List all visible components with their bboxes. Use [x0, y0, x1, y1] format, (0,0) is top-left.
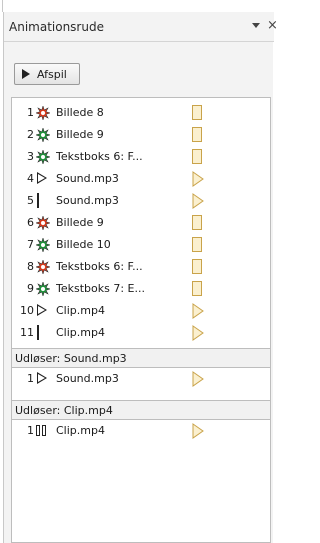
timing-triangle-icon[interactable]: [192, 171, 204, 187]
play-triangle-icon: [22, 69, 30, 79]
item-name: Sound.mp3: [56, 194, 119, 207]
timing-triangle-icon[interactable]: [192, 193, 204, 209]
play-icon: [36, 372, 50, 386]
item-name: Tekstboks 6: F...: [56, 150, 143, 163]
animation-item[interactable]: 11 Clip.mp4: [12, 322, 270, 344]
timing-bar[interactable]: [192, 127, 204, 143]
item-number: 4: [27, 172, 34, 185]
star-burst-green-icon: [34, 126, 52, 144]
pane-title: Animationsrude: [9, 19, 104, 34]
pause-icon: [36, 424, 50, 438]
animation-item[interactable]: 8 Tekstboks 6: F...: [12, 256, 270, 278]
item-name: Clip.mp4: [56, 304, 105, 317]
item-name: Billede 10: [56, 238, 111, 251]
timing-bar[interactable]: [192, 237, 204, 253]
star-burst-green-icon: [34, 148, 52, 166]
trigger-header[interactable]: Udløser: Clip.mp4: [12, 400, 270, 420]
item-number: 9: [27, 282, 34, 295]
item-name: Billede 9: [56, 216, 104, 229]
timing-bar[interactable]: [192, 215, 204, 231]
item-name: Billede 9: [56, 128, 104, 141]
item-number: 1: [27, 372, 34, 385]
play-icon: [36, 304, 50, 318]
animation-item[interactable]: 6 Billede 9: [12, 212, 270, 234]
play-button[interactable]: Afspil: [14, 63, 80, 85]
animation-list: 1 Billede 8 2 Billede 9 3 Tekstboks 6: F... 4 S…: [11, 97, 271, 543]
stop-icon: [36, 193, 50, 208]
play-icon: [36, 172, 50, 186]
item-name: Tekstboks 6: F...: [56, 260, 143, 273]
trigger-header[interactable]: Udløser: Sound.mp3: [12, 348, 270, 368]
item-number: 1: [27, 424, 34, 437]
animation-item[interactable]: 2 Billede 9: [12, 124, 270, 146]
star-burst-green-icon: [34, 236, 52, 254]
item-name: Clip.mp4: [56, 326, 105, 339]
animation-item[interactable]: 5 Sound.mp3: [12, 190, 270, 212]
item-number: 1: [27, 106, 34, 119]
item-name: Billede 8: [56, 106, 104, 119]
close-icon[interactable]: ×: [267, 18, 278, 33]
animation-item[interactable]: 7 Billede 10: [12, 234, 270, 256]
timing-triangle-icon[interactable]: [192, 303, 204, 319]
item-number: 8: [27, 260, 34, 273]
item-name: Clip.mp4: [56, 424, 105, 437]
stop-icon: [36, 325, 50, 340]
item-number: 2: [27, 128, 34, 141]
pane-header: Animationsrude ×: [4, 12, 278, 42]
item-number: 10: [20, 304, 34, 317]
window-top-edge: [0, 0, 273, 12]
timing-triangle-icon[interactable]: [192, 423, 204, 439]
animation-item[interactable]: 1 Billede 8: [12, 102, 270, 124]
item-number: 6: [27, 216, 34, 229]
item-name: Tekstboks 7: E...: [56, 282, 145, 295]
item-number: 3: [27, 150, 34, 163]
item-number: 11: [20, 326, 34, 339]
animation-item[interactable]: 10 Clip.mp4: [12, 300, 270, 322]
timing-triangle-icon[interactable]: [192, 371, 204, 387]
chevron-down-icon[interactable]: [252, 23, 260, 28]
animation-item[interactable]: 9 Tekstboks 7: E...: [12, 278, 270, 300]
item-name: Sound.mp3: [56, 372, 119, 385]
play-button-label: Afspil: [37, 67, 67, 81]
timing-bar[interactable]: [192, 105, 204, 121]
item-name: Sound.mp3: [56, 172, 119, 185]
timing-bar[interactable]: [192, 281, 204, 297]
star-burst-red-icon: [34, 258, 52, 276]
animation-item[interactable]: 3 Tekstboks 6: F...: [12, 146, 270, 168]
star-burst-red-icon: [34, 104, 52, 122]
star-burst-green-icon: [34, 280, 52, 298]
animation-item[interactable]: 4 Sound.mp3: [12, 168, 270, 190]
animation-item[interactable]: 1 Sound.mp3: [12, 368, 270, 390]
animation-pane: Animationsrude × Afspil 1 Billede 8 2 Bille…: [3, 12, 278, 543]
animation-item[interactable]: 1 Clip.mp4: [12, 420, 270, 442]
timing-bar[interactable]: [192, 149, 204, 165]
timing-bar[interactable]: [192, 259, 204, 275]
star-burst-red-icon: [34, 214, 52, 232]
item-number: 5: [27, 194, 34, 207]
timing-triangle-icon[interactable]: [192, 325, 204, 341]
item-number: 7: [27, 238, 34, 251]
